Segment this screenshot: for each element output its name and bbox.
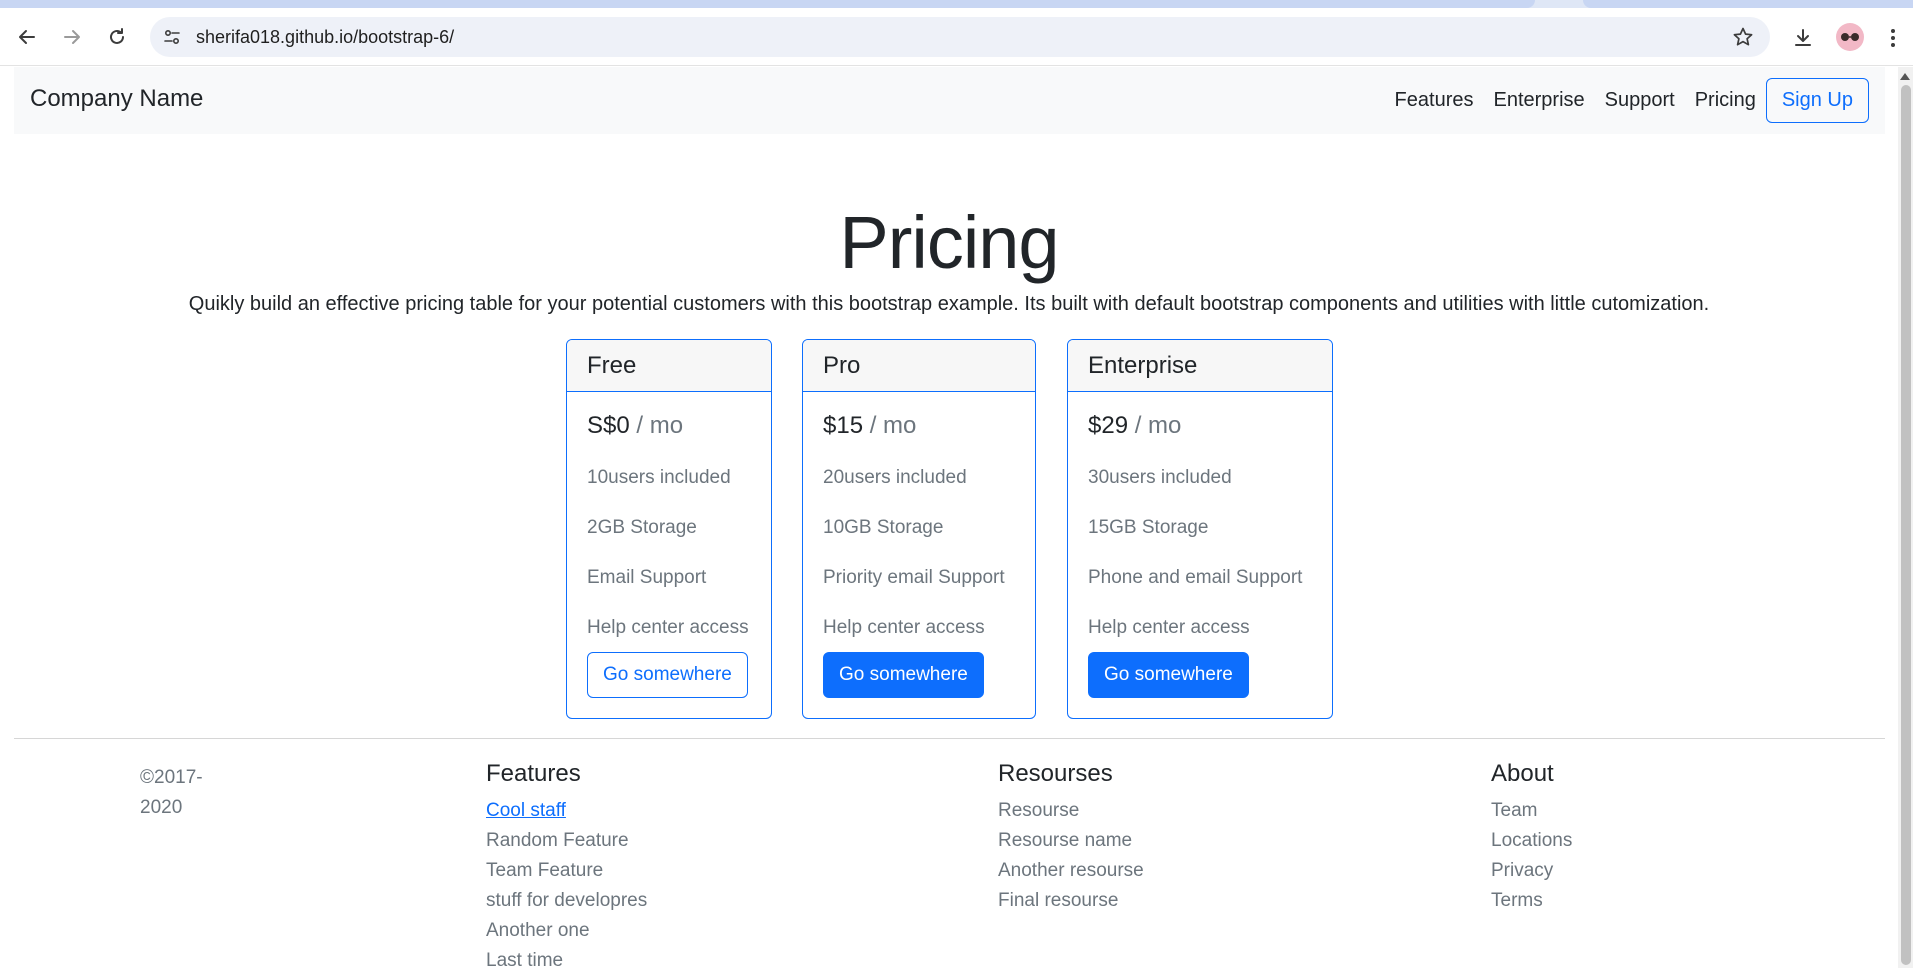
nav-link-enterprise[interactable]: Enterprise xyxy=(1483,89,1594,112)
footer-link[interactable]: Locations xyxy=(1491,826,1572,856)
plan-feature: Help center access xyxy=(823,617,985,638)
plan-free-button[interactable]: Go somewhere xyxy=(587,652,748,698)
browser-toolbar: sherifa018.github.io/bootstrap-6/ xyxy=(0,8,1913,66)
plan-card-pro: Pro $15 / mo 20users included 10GB Stora… xyxy=(802,339,1036,719)
plan-name: Pro xyxy=(803,340,1035,392)
footer-link[interactable]: Random Feature xyxy=(486,826,647,856)
plan-card-free: Free S$0 / mo 10users included 2GB Stora… xyxy=(566,339,772,719)
footer-link[interactable]: Another resourse xyxy=(998,856,1144,886)
page-lead: Quikly build an effective pricing table … xyxy=(188,293,1710,315)
plan-feature: Email Support xyxy=(587,567,707,588)
signup-button[interactable]: Sign Up xyxy=(1765,77,1869,123)
reload-icon[interactable] xyxy=(105,25,129,49)
plan-card-enterprise: Enterprise $29 / mo 30users included 15G… xyxy=(1067,339,1333,719)
footer-link[interactable]: Final resourse xyxy=(998,886,1144,916)
footer-divider xyxy=(14,738,1885,739)
forward-icon[interactable] xyxy=(60,25,84,49)
page-viewport: Company Name Features Enterprise Support… xyxy=(0,67,1913,968)
plan-feature: 15GB Storage xyxy=(1088,517,1209,538)
new-tab-area[interactable] xyxy=(1583,0,1913,8)
footer-link[interactable]: Another one xyxy=(486,916,647,946)
plan-enterprise-button[interactable]: Go somewhere xyxy=(1088,652,1249,698)
bookmark-star-icon[interactable] xyxy=(1732,26,1754,48)
plan-feature: Help center access xyxy=(587,617,749,638)
plan-feature: Phone and email Support xyxy=(1088,567,1303,588)
vertical-scrollbar[interactable] xyxy=(1898,67,1913,968)
footer-features-column: Features Cool staff Random Feature Team … xyxy=(486,760,647,968)
footer-resources-column: Resourses Resourse Resourse name Another… xyxy=(998,760,1144,916)
footer-link[interactable]: stuff for developres xyxy=(486,886,647,916)
address-bar[interactable]: sherifa018.github.io/bootstrap-6/ xyxy=(150,17,1770,57)
nav-link-pricing[interactable]: Pricing xyxy=(1685,89,1766,112)
url-text[interactable]: sherifa018.github.io/bootstrap-6/ xyxy=(196,27,454,47)
plan-pro-button[interactable]: Go somewhere xyxy=(823,652,984,698)
plan-price: $15 / mo xyxy=(823,412,917,439)
plan-feature: 2GB Storage xyxy=(587,517,697,538)
footer-link[interactable]: Last time xyxy=(486,946,647,968)
footer-heading: About xyxy=(1491,760,1554,787)
scrollbar-thumb[interactable] xyxy=(1901,85,1911,965)
footer-link[interactable]: Cool staff xyxy=(486,796,647,826)
footer-link[interactable]: Team xyxy=(1491,796,1572,826)
plan-feature: Priority email Support xyxy=(823,567,1005,588)
plan-name: Enterprise xyxy=(1068,340,1332,392)
nav-link-features[interactable]: Features xyxy=(1385,89,1484,112)
footer-link[interactable]: Team Feature xyxy=(486,856,647,886)
plan-name: Free xyxy=(567,340,771,392)
footer-link[interactable]: Privacy xyxy=(1491,856,1572,886)
footer-heading: Features xyxy=(486,760,581,787)
active-tab[interactable] xyxy=(0,0,1535,8)
plan-feature: 30users included xyxy=(1088,467,1232,488)
footer-link[interactable]: Resourse name xyxy=(998,826,1144,856)
download-icon[interactable] xyxy=(1790,25,1816,51)
brand-name[interactable]: Company Name xyxy=(30,85,203,113)
back-icon[interactable] xyxy=(15,25,39,49)
site-info-icon[interactable] xyxy=(162,27,182,47)
footer-about-column: About Team Locations Privacy Terms xyxy=(1491,760,1572,916)
plan-feature: Help center access xyxy=(1088,617,1250,638)
nav-links: Features Enterprise Support Pricing Sign… xyxy=(1385,77,1869,123)
plan-price: $29 / mo xyxy=(1088,412,1182,439)
profile-avatar[interactable] xyxy=(1836,23,1864,51)
tab-strip xyxy=(0,0,1913,8)
footer-link[interactable]: Resourse xyxy=(998,796,1144,826)
plan-feature: 10users included xyxy=(587,467,731,488)
footer-heading: Resourses xyxy=(998,760,1113,787)
navbar: Company Name Features Enterprise Support… xyxy=(14,67,1885,134)
plan-feature: 20users included xyxy=(823,467,967,488)
plan-feature: 10GB Storage xyxy=(823,517,944,538)
scroll-up-arrow-icon[interactable] xyxy=(1900,73,1910,80)
page-title: Pricing xyxy=(839,201,1059,284)
footer-link[interactable]: Terms xyxy=(1491,886,1572,916)
nav-link-support[interactable]: Support xyxy=(1595,89,1685,112)
copyright-text: ©2017-2020 xyxy=(140,767,203,818)
plan-price: S$0 / mo xyxy=(587,412,684,439)
more-menu-icon[interactable] xyxy=(1880,25,1906,51)
